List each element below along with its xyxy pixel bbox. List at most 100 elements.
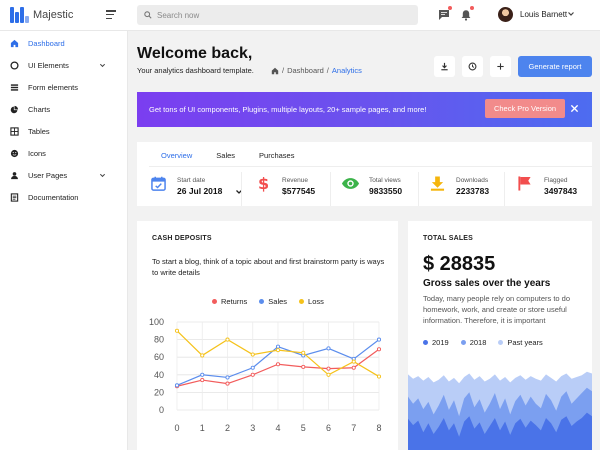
data-point-sales [200,372,205,377]
page-title: Welcome back, [137,45,253,62]
chevron-down-icon [99,173,106,178]
sidebar-item-user-pages[interactable]: User Pages [0,164,127,186]
breadcrumb-current: Analytics [331,66,362,75]
x-tick-label: 3 [250,423,255,433]
sidebar-item-label: Tables [28,126,50,136]
y-tick-label: 80 [154,335,164,345]
close-icon[interactable] [570,104,579,113]
stat-label: Start date [177,177,206,184]
sidebar-item-form-elements[interactable]: Form elements [0,76,127,98]
x-tick-label: 4 [275,423,280,433]
promo-banner: Get tons of UI components, Plugins, mult… [137,92,592,127]
data-point-loss [326,372,331,377]
stat-revenue: $ Revenue $577545 [258,175,338,203]
search-bar [137,5,418,25]
plus-icon [497,63,504,70]
history-button[interactable] [462,56,483,77]
flag-icon [518,176,531,191]
promo-text: Get tons of UI components, Plugins, mult… [149,105,427,114]
stat-value: 26 Jul 2018 [177,186,223,196]
sidebar-item-ui-elements[interactable]: UI Elements [0,54,127,76]
data-point-returns [351,365,356,370]
x-tick-label: 1 [200,423,205,433]
x-tick-label: 7 [351,423,356,433]
x-tick-label: 5 [301,423,306,433]
stat-value: 2233783 [456,186,490,196]
sidebar-item-label: Icons [28,148,46,158]
user-name[interactable]: Louis Barnett [520,10,567,19]
cash-deposits-card: CASH DEPOSITS To start a blog, think of … [137,221,398,450]
data-point-returns [250,372,255,377]
circle-icon [9,60,19,70]
data-point-loss [174,328,180,333]
sidebar-item-dashboard[interactable]: Dashboard [0,32,127,54]
messages-badge [448,6,452,10]
data-point-loss [351,359,356,364]
data-point-sales [250,365,255,370]
data-point-loss [275,348,281,353]
sidebar-item-tables[interactable]: Tables [0,120,127,142]
grid-icon [9,126,19,136]
menu-toggle-icon[interactable] [106,10,116,20]
logo[interactable]: Majestic [10,7,73,23]
stat-value: 3497843 [544,186,578,196]
sidebar-item-label: Documentation [28,192,79,202]
data-point-returns [376,347,382,352]
stats-card: Overview Sales Purchases Start date 26 J… [137,142,592,206]
x-tick-label: 2 [225,423,230,433]
list-icon [9,82,19,92]
data-point-loss [376,374,382,379]
stat-total-views: Total views 9833550 [341,175,421,203]
download-icon [430,176,445,191]
avatar[interactable] [498,7,513,22]
add-button[interactable] [490,56,511,77]
top-bar: Majestic Louis Barnett [0,0,600,31]
stat-label: Downloads [456,177,489,184]
sidebar-item-icons[interactable]: Icons [0,142,127,164]
sidebar: Dashboard UI Elements Form elements Char… [0,31,128,450]
data-point-loss [225,337,230,342]
breadcrumb-item[interactable]: Dashboard [287,66,324,75]
data-point-loss [250,352,255,357]
logo-text: Majestic [33,9,74,21]
user-icon [9,170,19,180]
emoji-icon [9,148,19,158]
chevron-down-icon[interactable] [567,10,575,18]
generate-report-button[interactable]: Generate report [518,56,592,77]
tab-purchases[interactable]: Purchases [247,151,306,167]
download-button[interactable] [434,56,455,77]
home-icon[interactable] [271,67,279,75]
stat-label: Total views [369,177,401,184]
page-subtitle: Your analytics dashboard template. [137,66,254,75]
tab-overview[interactable]: Overview [149,151,205,167]
y-tick-label: 0 [159,405,164,415]
y-tick-label: 60 [154,352,164,362]
messages-icon[interactable] [438,6,452,20]
pie-chart-icon [9,104,19,114]
dollar-icon: $ [258,175,269,192]
x-tick-label: 0 [174,423,179,433]
calendar-icon [151,176,166,191]
search-input[interactable] [157,10,397,20]
tab-sales[interactable]: Sales [204,151,247,167]
data-point-loss [301,350,306,355]
x-tick-label: 6 [326,423,331,433]
sidebar-item-label: Charts [28,104,51,114]
data-point-sales [275,344,281,349]
data-point-returns [275,362,281,367]
clock-icon [468,62,477,71]
sidebar-item-label: User Pages [28,170,68,180]
data-point-sales [376,337,382,342]
sidebar-item-charts[interactable]: Charts [0,98,127,120]
stats-tabs: Overview Sales Purchases [149,151,306,167]
data-point-returns [225,381,230,386]
stat-downloads: Downloads 2233783 [430,175,510,203]
sidebar-item-documentation[interactable]: Documentation [0,186,127,208]
data-point-sales [174,383,180,388]
notifications-badge [470,6,474,10]
check-pro-button[interactable]: Check Pro Version [485,99,565,118]
data-point-returns [301,364,306,369]
cash-deposits-line-chart: 0 20 40 60 80 100 0 1 2 3 4 5 6 7 8 [149,317,382,433]
notifications-icon[interactable] [460,6,474,21]
sidebar-item-label: Form elements [28,82,79,92]
